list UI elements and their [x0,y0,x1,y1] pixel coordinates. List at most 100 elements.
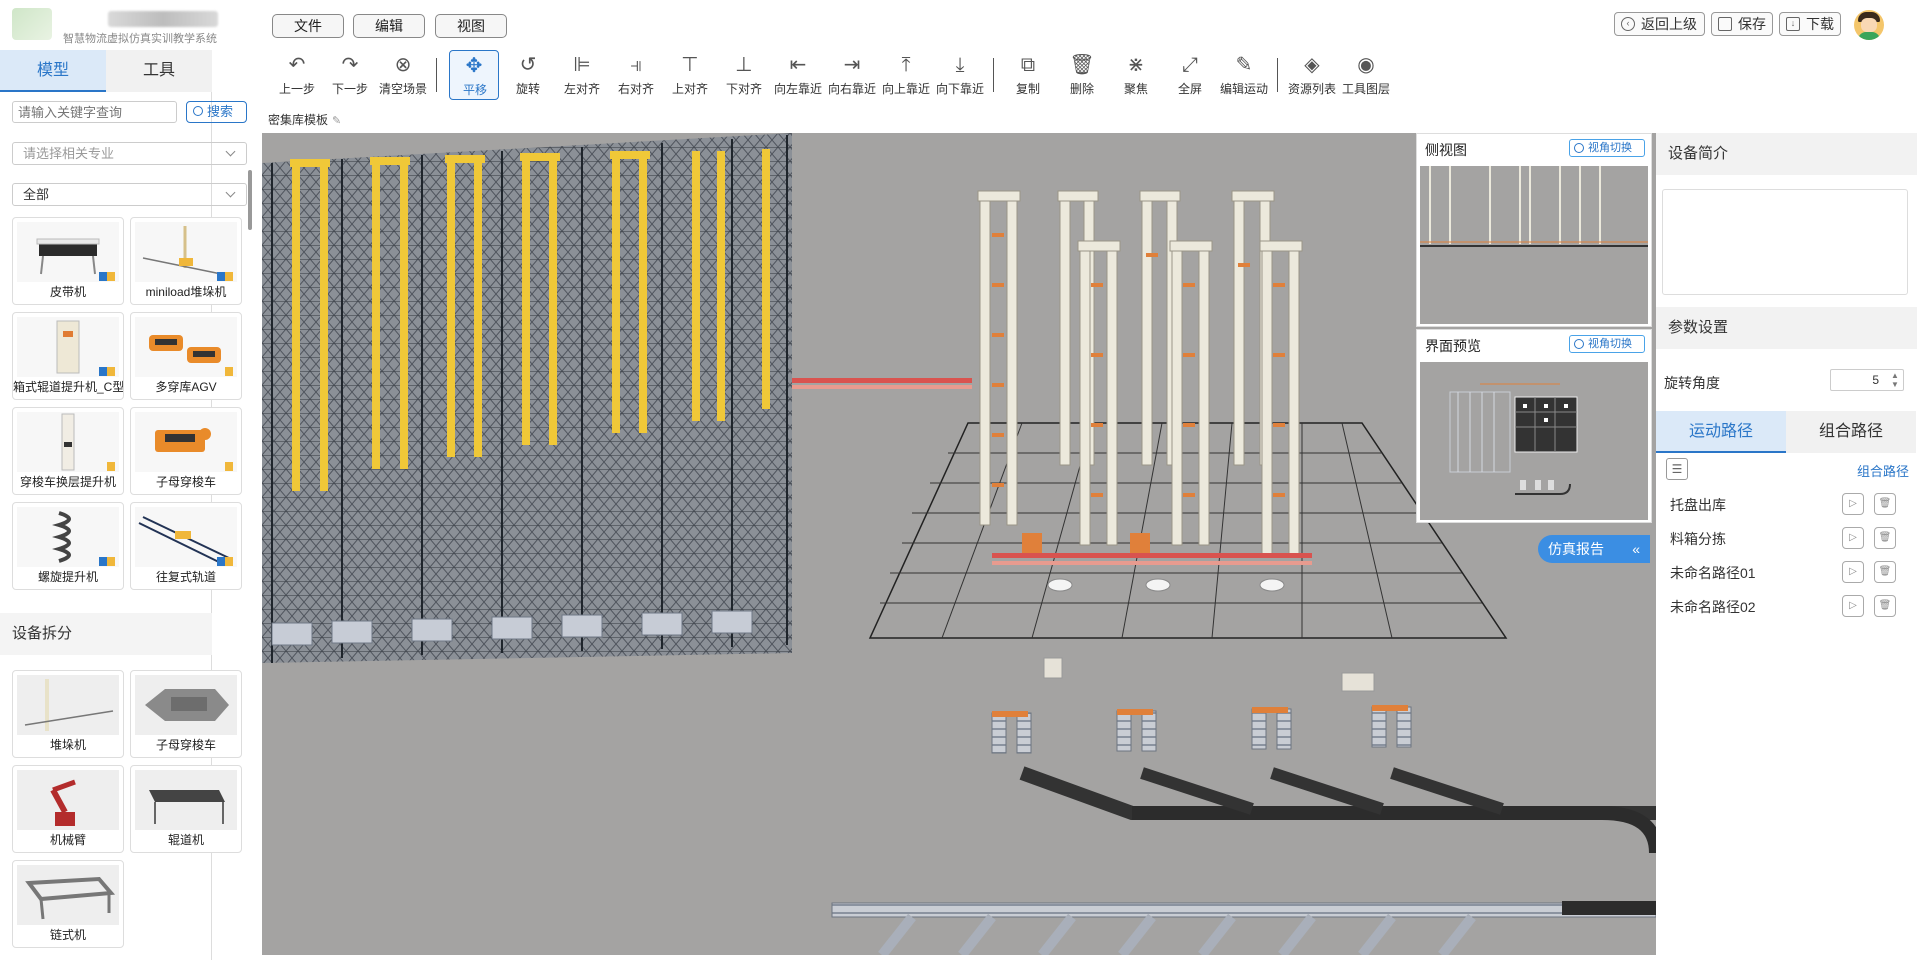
user-avatar[interactable] [1854,10,1884,40]
tool-snap-right[interactable]: ⇥ 向右靠近 [827,50,877,100]
clear-icon: ⊗ [394,54,412,76]
model-badge [217,557,233,566]
tab-tools[interactable]: 工具 [106,50,212,92]
rotation-label: 旋转角度 [1664,375,1720,391]
model-card[interactable]: miniload堆垛机 [130,217,242,305]
tool-snap-down[interactable]: ⤓ 向下靠近 [935,50,985,100]
tool-align-left[interactable]: ⊫ 左对齐 [557,50,607,100]
menu-edit[interactable]: 编辑 [353,14,425,38]
fullscreen-icon: ⤢ [1182,54,1198,76]
model-badge [99,367,115,376]
rotation-value: 5 [1872,373,1879,387]
breadcrumb[interactable]: 密集库模板 ✎ [268,111,341,128]
layers-icon: ◈ [1304,54,1320,76]
move-icon: ✥ [465,55,483,77]
play-icon[interactable]: ▷ [1842,527,1864,549]
search-input[interactable] [12,101,177,123]
model-card[interactable]: 子母穿梭车 [130,407,242,495]
simulation-report-button[interactable]: 仿真报告 « [1538,535,1650,563]
tool-snap-left[interactable]: ⇤ 向左靠近 [773,50,823,100]
tool-focus[interactable]: ⋇ 聚焦 [1111,50,1161,100]
model-card[interactable]: 多穿库AGV [130,312,242,400]
preview-switch-label: 视角切换 [1588,338,1632,350]
split-card[interactable]: 堆垛机 [12,670,124,758]
model-card[interactable]: 螺旋提升机 [12,502,124,590]
tool-clear-scene[interactable]: ⊗ 清空场景 [378,50,428,100]
tab-motion-path[interactable]: 运动路径 [1656,411,1786,453]
preview-canvas[interactable] [1420,362,1648,520]
split-thumbnail [17,865,119,925]
trash-icon[interactable]: 🗑 [1874,595,1896,617]
tool-edit-motion[interactable]: ✎ 编辑运动 [1219,50,1269,100]
side-view-canvas[interactable] [1420,166,1648,324]
split-card[interactable]: 链式机 [12,860,124,948]
model-card[interactable]: 穿梭车换层提升机 [12,407,124,495]
side-view-switch-label: 视角切换 [1588,142,1632,154]
category-select[interactable]: 全部 [12,183,247,206]
model-card[interactable]: 皮带机 [12,217,124,305]
trash-icon[interactable]: 🗑 [1874,493,1896,515]
path-item-name[interactable]: 未命名路径02 [1670,597,1756,617]
download-button[interactable]: ↓ 下载 [1779,12,1841,36]
split-label: 机械臂 [49,833,86,847]
preview-switch-button[interactable]: 视角切换 [1569,335,1645,353]
menu-view[interactable]: 视图 [435,14,507,38]
path-item-name[interactable]: 托盘出库 [1670,495,1726,515]
camera-icon [1574,339,1584,349]
play-icon[interactable]: ▷ [1842,493,1864,515]
major-select[interactable]: 请选择相关专业 [12,142,247,165]
save-button[interactable]: 保存 [1711,12,1773,36]
tool-label: 向下靠近 [935,82,984,96]
tool-layer[interactable]: ◉ 工具图层 [1341,50,1391,100]
preview-title: 界面预览 [1425,338,1481,354]
model-card[interactable]: 箱式辊道提升机_C型 [12,312,124,400]
tool-fullscreen[interactable]: ⤢ 全屏 [1165,50,1215,100]
combo-path-link[interactable]: 组合路径 [1857,461,1909,480]
trash-icon[interactable]: 🗑 [1874,527,1896,549]
tool-align-bottom[interactable]: ⊥ 下对齐 [719,50,769,100]
undo-icon: ↶ [288,54,306,76]
rotation-stepper[interactable]: 5 ▲ ▼ [1830,369,1904,391]
split-thumbnail [17,675,119,735]
split-thumbnail [17,770,119,830]
path-item-name[interactable]: 未命名路径01 [1670,563,1756,583]
menu-file[interactable]: 文件 [272,14,344,38]
split-label: 辊道机 [167,833,204,847]
tool-rotate[interactable]: ↺ 旋转 [503,50,553,100]
model-list-scrollbar[interactable] [248,170,252,230]
play-icon[interactable]: ▷ [1842,561,1864,583]
split-label: 子母穿梭车 [155,738,216,752]
tool-resource-list[interactable]: ◈ 资源列表 [1287,50,1337,100]
align-top-icon: ⊤ [681,54,699,76]
list-icon[interactable]: ☰ [1666,458,1688,480]
tool-delete[interactable]: 🗑 删除 [1057,50,1107,100]
snap-down-icon: ⤓ [955,54,965,76]
intro-textarea[interactable] [1662,189,1908,295]
major-select-value: 请选择相关专业 [23,146,115,161]
path-item-name[interactable]: 料箱分拣 [1670,529,1726,549]
tool-copy[interactable]: ⧉ 复制 [1003,50,1053,100]
trash-icon[interactable]: 🗑 [1874,561,1896,583]
tool-align-right[interactable]: ⫣ 右对齐 [611,50,661,100]
tool-align-top[interactable]: ⊤ 上对齐 [665,50,715,100]
back-button[interactable]: ‹ 返回上级 [1614,12,1705,36]
side-view-switch-button[interactable]: 视角切换 [1569,139,1645,157]
stepper-arrows-icon[interactable]: ▲ ▼ [1889,371,1901,389]
search-button-label: 搜索 [207,104,234,119]
tool-move[interactable]: ✥ 平移 [449,50,499,100]
model-badge [99,557,115,566]
split-card[interactable]: 子母穿梭车 [130,670,242,758]
copy-icon: ⧉ [1020,54,1036,76]
tab-model[interactable]: 模型 [0,50,106,92]
delete-icon: 🗑 [1069,54,1095,76]
split-card[interactable]: 辊道机 [130,765,242,853]
tab-combo-path[interactable]: 组合路径 [1786,411,1916,453]
intro-title: 设备简介 [1656,133,1917,175]
tool-snap-up[interactable]: ⤒ 向上靠近 [881,50,931,100]
model-badge [99,462,115,471]
model-card[interactable]: 往复式轨道 [130,502,242,590]
align-right-icon: ⫣ [630,54,642,76]
search-button[interactable]: 搜索 [186,101,247,123]
play-icon[interactable]: ▷ [1842,595,1864,617]
split-card[interactable]: 机械臂 [12,765,124,853]
